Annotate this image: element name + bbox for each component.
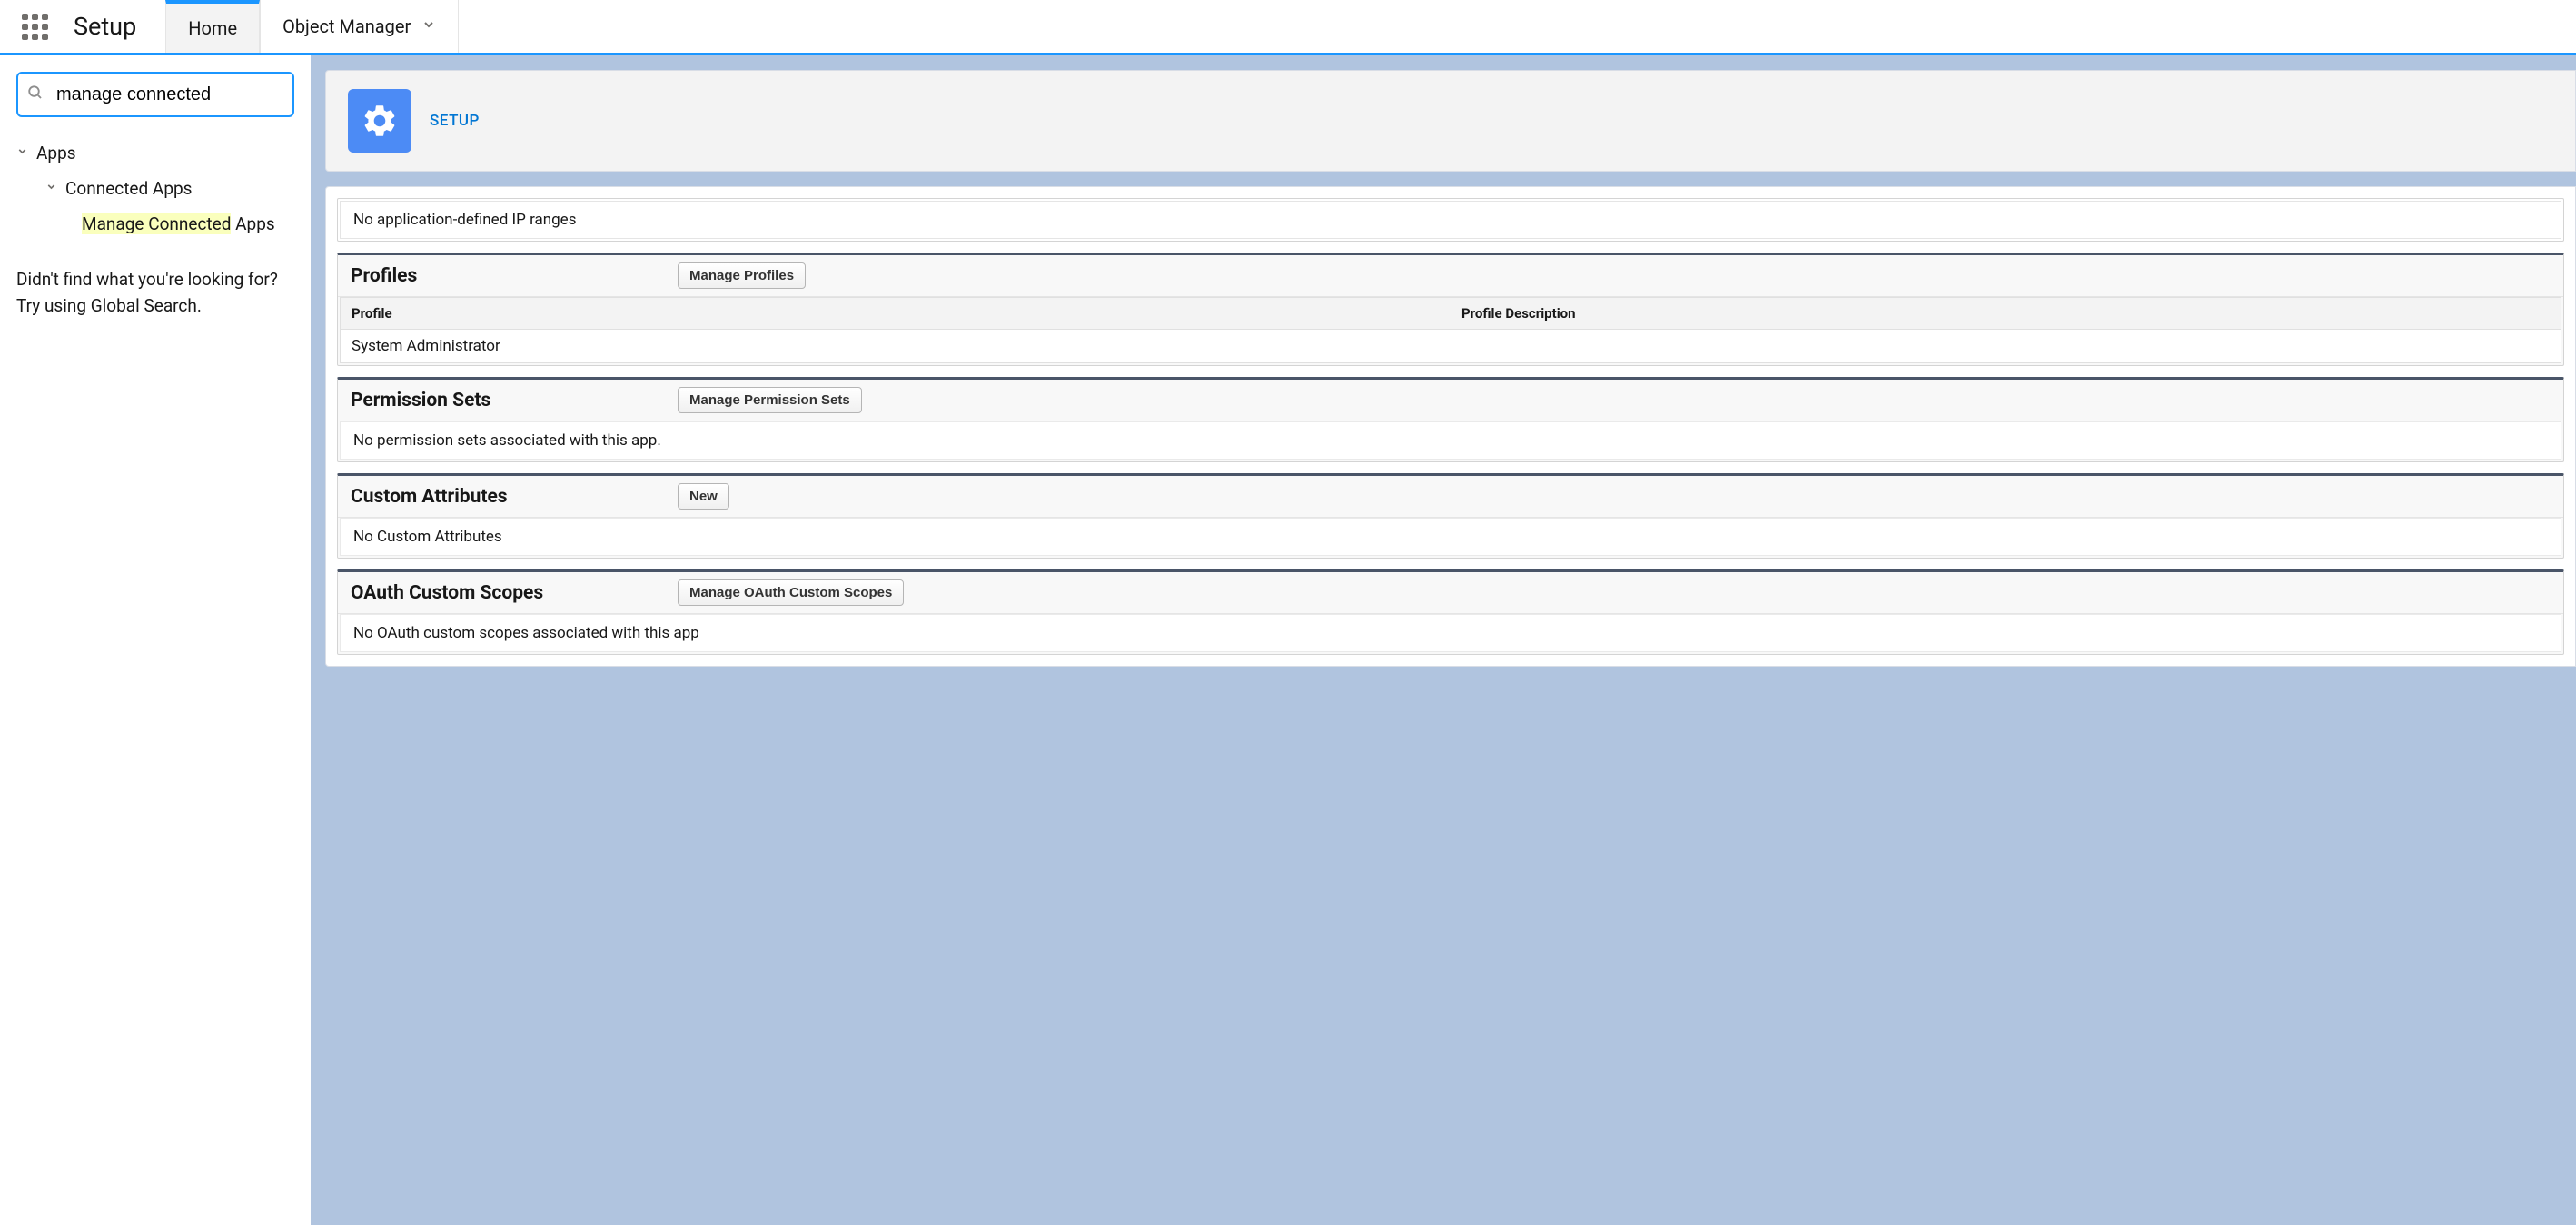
ip-ranges-panel: No application-defined IP ranges — [337, 198, 2564, 242]
page-header: SETUP — [325, 70, 2576, 172]
tab-home[interactable]: Home — [165, 0, 260, 53]
panel-header: Profiles Manage Profiles — [338, 255, 2563, 297]
tree-item-connected-apps[interactable]: Connected Apps — [16, 171, 294, 206]
panel-title: Profiles — [351, 265, 678, 287]
chevron-down-icon — [45, 181, 65, 196]
td-profile-description — [1451, 330, 2561, 362]
topbar: Setup Home Object Manager — [0, 0, 2576, 55]
tree-label: Manage Connected Apps — [82, 213, 275, 234]
chevron-down-icon — [16, 145, 36, 161]
oauth-scopes-body: No OAuth custom scopes associated with t… — [340, 614, 2561, 652]
table-row: System Administrator — [340, 330, 2561, 363]
oauth-scopes-panel: OAuth Custom Scopes Manage OAuth Custom … — [337, 569, 2564, 655]
panel-header: Permission Sets Manage Permission Sets — [338, 380, 2563, 421]
manage-profiles-button[interactable]: Manage Profiles — [678, 262, 806, 289]
td-profile-name: System Administrator — [341, 330, 1451, 362]
content-area: No application-defined IP ranges Profile… — [325, 186, 2576, 667]
th-profile-description: Profile Description — [1451, 298, 2561, 329]
gear-icon — [348, 89, 411, 153]
new-custom-attribute-button[interactable]: New — [678, 483, 729, 510]
tree-label: Connected Apps — [65, 178, 192, 199]
panel-header: OAuth Custom Scopes Manage OAuth Custom … — [338, 572, 2563, 614]
ip-ranges-body: No application-defined IP ranges — [340, 201, 2561, 239]
app-title: Setup — [74, 12, 136, 41]
main-content: SETUP No application-defined IP ranges P… — [311, 55, 2576, 1225]
search-wrap — [16, 72, 294, 117]
setup-tree: Apps Connected Apps Manage Connected App… — [16, 135, 294, 242]
tab-home-label: Home — [188, 17, 237, 39]
main-layout: Apps Connected Apps Manage Connected App… — [0, 55, 2576, 1225]
manage-oauth-scopes-button[interactable]: Manage OAuth Custom Scopes — [678, 579, 904, 606]
app-launcher-icon[interactable] — [22, 14, 48, 40]
permission-sets-body: No permission sets associated with this … — [340, 421, 2561, 460]
search-highlight: Manage Connected — [82, 213, 231, 234]
panel-title: Custom Attributes — [351, 486, 678, 508]
custom-attributes-panel: Custom Attributes New No Custom Attribut… — [337, 473, 2564, 559]
sidebar: Apps Connected Apps Manage Connected App… — [0, 55, 311, 1225]
profile-link[interactable]: System Administrator — [352, 337, 500, 355]
profiles-table-header: Profile Profile Description — [340, 297, 2561, 330]
panel-title: OAuth Custom Scopes — [351, 582, 678, 604]
tab-object-manager[interactable]: Object Manager — [260, 0, 459, 53]
tree-item-manage-connected-apps[interactable]: Manage Connected Apps — [16, 206, 294, 242]
profiles-panel: Profiles Manage Profiles Profile Profile… — [337, 253, 2564, 366]
quick-find-input[interactable] — [16, 72, 294, 117]
tree-item-apps[interactable]: Apps — [16, 135, 294, 171]
search-icon — [27, 84, 44, 104]
panel-header: Custom Attributes New — [338, 476, 2563, 518]
sidebar-help-text: Didn't find what you're looking for? Try… — [16, 267, 294, 319]
th-profile: Profile — [341, 298, 1451, 329]
custom-attributes-body: No Custom Attributes — [340, 518, 2561, 556]
permission-sets-panel: Permission Sets Manage Permission Sets N… — [337, 377, 2564, 462]
chevron-down-icon — [421, 17, 436, 35]
page-header-label: SETUP — [430, 112, 480, 130]
tree-label: Apps — [36, 143, 76, 163]
manage-permission-sets-button[interactable]: Manage Permission Sets — [678, 387, 862, 413]
tab-object-manager-label: Object Manager — [282, 15, 411, 37]
panel-title: Permission Sets — [351, 390, 678, 411]
